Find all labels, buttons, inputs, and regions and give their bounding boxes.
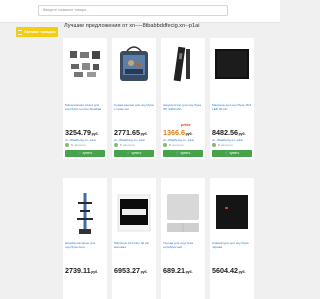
product-name[interactable]: Клавиатура для ноутбука чёрная [212, 242, 253, 253]
page-title: Лучшие предложения от xn----8tbabbddfeci… [64, 23, 200, 29]
product-name[interactable]: Матрица 14.0 slim 30 pin матовая [114, 242, 155, 253]
product-name[interactable]: Матрица для ноутбука 15.6 LED 30 pin [212, 104, 253, 115]
product-price: 6953.27руб. [114, 266, 148, 275]
product-image[interactable] [212, 186, 252, 236]
product-image[interactable] [65, 188, 105, 238]
product-price: 689.21руб. [163, 266, 193, 275]
product-name[interactable]: Сумка-рюкзак для ноутбука с принтом [114, 104, 155, 115]
cart-icon: 🛒 [126, 151, 131, 155]
top-bar: Введите название товара... [0, 0, 280, 23]
buy-button[interactable]: 🛒 купить [212, 150, 252, 157]
product-price: 5604.42руб. [212, 266, 246, 275]
product-price: 8482.56руб. [212, 128, 246, 137]
product-price: 2771.65руб. [114, 128, 148, 137]
product-card[interactable]: Матрица 14.0 slim 30 pin матовая 6953.27… [112, 178, 156, 299]
product-price: 3254.79руб. [65, 128, 99, 137]
cart-icon: 🛒 [175, 151, 180, 155]
product-card[interactable]: Клавиатура для ноутбука чёрная 5604.42ру… [210, 178, 254, 299]
product-card[interactable]: Шлейф матрицы для ноутбука Acer 2739.11р… [63, 178, 107, 299]
store-link[interactable]: xn--80adfecig.xn--p1ai [163, 138, 194, 142]
product-name[interactable]: Материнская плата для ноутбука Lenovo Id… [65, 104, 106, 115]
product-name[interactable]: Аккумулятор для ноутбука HP 4400mAh [163, 104, 204, 115]
availability: В наличии [120, 143, 135, 147]
product-image[interactable] [114, 186, 154, 236]
product-image[interactable] [163, 42, 203, 86]
store-link[interactable]: xn--80adfecig.xn--p1ai [212, 138, 243, 142]
availability: В наличии [71, 143, 86, 147]
product-card[interactable]: Матрица для ноутбука 15.6 LED 30 pin 848… [210, 38, 254, 159]
store-link[interactable]: xn--80adfecig.xn--p1ai [65, 138, 96, 142]
shop-icon [114, 143, 118, 147]
product-card[interactable]: Материнская плата для ноутбука Lenovo Id… [63, 38, 107, 159]
product-card[interactable]: Тачпад для ноутбука серебристый 689.21ру… [161, 178, 205, 299]
buy-button[interactable]: 🛒 купить [114, 150, 154, 157]
buy-button[interactable]: 🛒 купить [163, 150, 203, 157]
shop-icon [65, 143, 69, 147]
store-link[interactable]: xn--80adfecig.xn--p1ai [114, 138, 145, 142]
product-card[interactable]: Аккумулятор для ноутбука HP 4400mAh pric… [161, 38, 205, 159]
buy-button[interactable]: 🛒 купить [65, 150, 105, 157]
cart-icon: 🛒 [224, 151, 229, 155]
product-name[interactable]: Тачпад для ноутбука серебристый [163, 242, 204, 253]
cart-icon: 🛒 [77, 151, 82, 155]
product-card[interactable]: Сумка-рюкзак для ноутбука с принтом 2771… [112, 38, 156, 159]
catalog-button-label: Каталог товаров [24, 30, 56, 34]
menu-icon [18, 29, 23, 35]
product-image[interactable] [212, 42, 252, 86]
availability: В наличии [218, 143, 233, 147]
sale-badge: price [181, 122, 191, 127]
product-name[interactable]: Шлейф матрицы для ноутбука Acer [65, 242, 106, 253]
product-image[interactable] [114, 42, 154, 86]
product-image[interactable] [163, 188, 203, 238]
product-price: 2739.11руб. [65, 266, 99, 275]
search-input[interactable]: Введите название товара... [38, 5, 228, 16]
product-image[interactable] [65, 42, 105, 86]
shop-icon [212, 143, 216, 147]
catalog-button[interactable]: Каталог товаров [16, 27, 58, 37]
product-price: 1366.6руб. [163, 128, 193, 137]
shop-icon [163, 143, 167, 147]
availability: В наличии [169, 143, 184, 147]
